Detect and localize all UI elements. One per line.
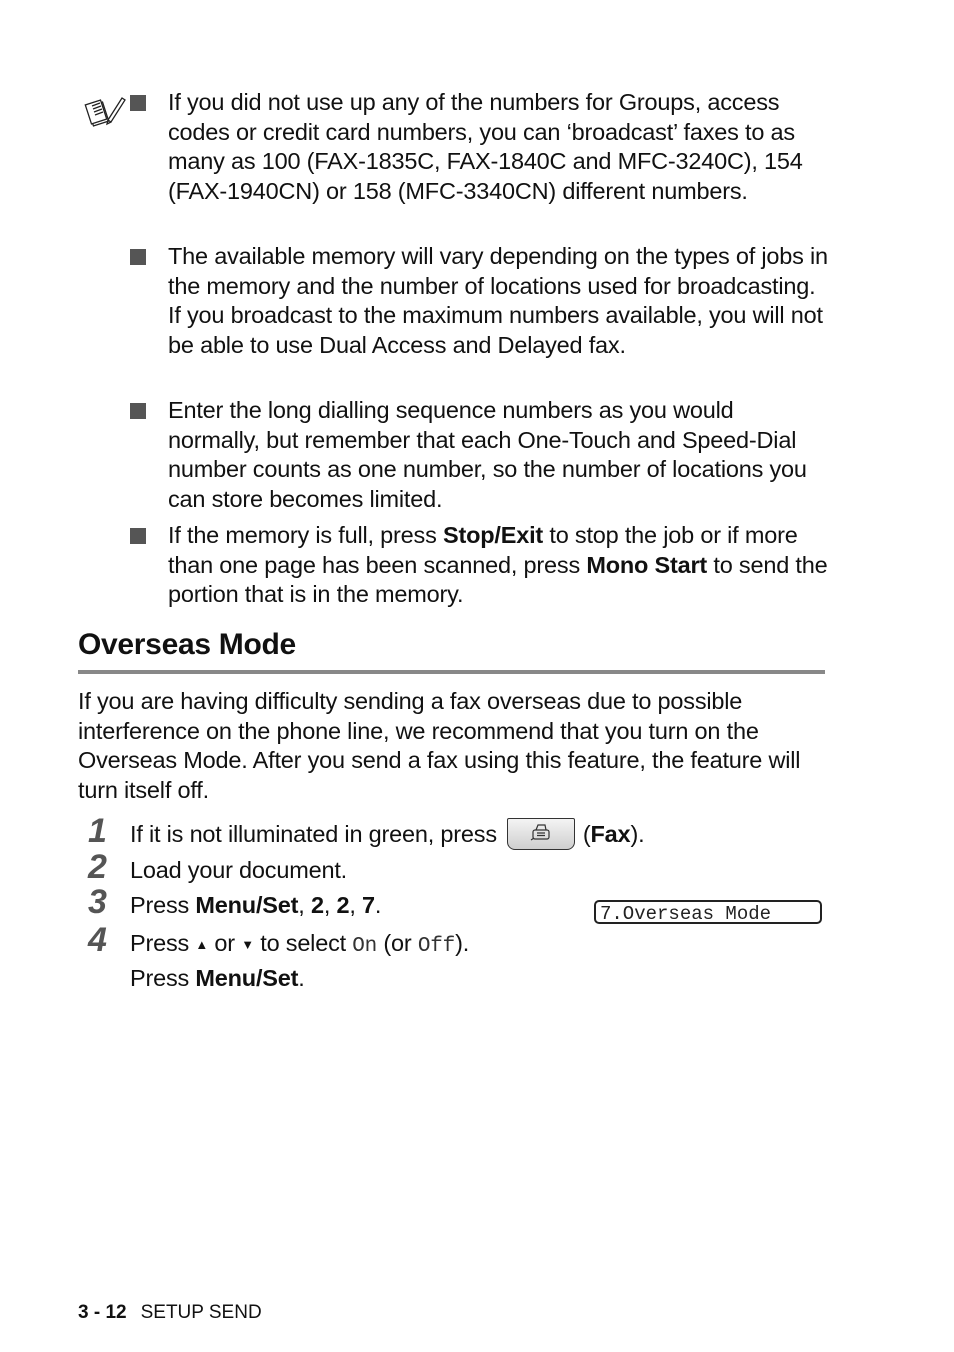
step-4: Press ▲ or ▼ to select On (or Off). [130,930,470,958]
step-number-1: 1 [88,812,107,850]
bullet-2 [130,249,146,265]
fax-button-icon [506,817,575,850]
note-item-1: If you did not use up any of the numbers… [168,89,803,204]
chapter-title: SETUP SEND [140,1302,262,1323]
bullet-4 [130,528,146,544]
step-4-line-2: Press Menu/Set. [130,965,305,991]
stop-exit-key: Stop/Exit [442,522,544,548]
step-number-4: 4 [88,921,107,959]
step-number-2: 2 [88,848,107,886]
note-item-4: If the memory is full, press Stop/Exit t… [168,522,828,607]
page-footer: 3 - 12 SETUP SEND [78,1302,262,1324]
lcd-display: 7.Overseas Mode [594,900,822,925]
step-number-3: 3 [88,883,107,921]
note-icon [84,92,128,136]
bullet-3 [130,403,146,419]
section-divider [78,670,825,674]
section-intro: If you are having difficulty sending a f… [78,688,801,803]
note-item-3: Enter the long dialling sequence numbers… [168,397,807,512]
step-1: If it is not illuminated in green, press… [130,817,645,852]
step-2: Load your document. [130,857,347,883]
section-title: Overseas Mode [78,628,296,661]
up-arrow-icon: ▲ [195,937,209,952]
step-3: Press Menu/Set, 2, 2, 7. [130,892,382,918]
bullet-1 [130,95,146,111]
note-item-2: The available memory will vary depending… [168,243,828,358]
page-number: 3 - 12 [78,1302,127,1323]
down-arrow-icon: ▼ [241,937,254,952]
mono-start-key: Mono Start [586,551,708,578]
